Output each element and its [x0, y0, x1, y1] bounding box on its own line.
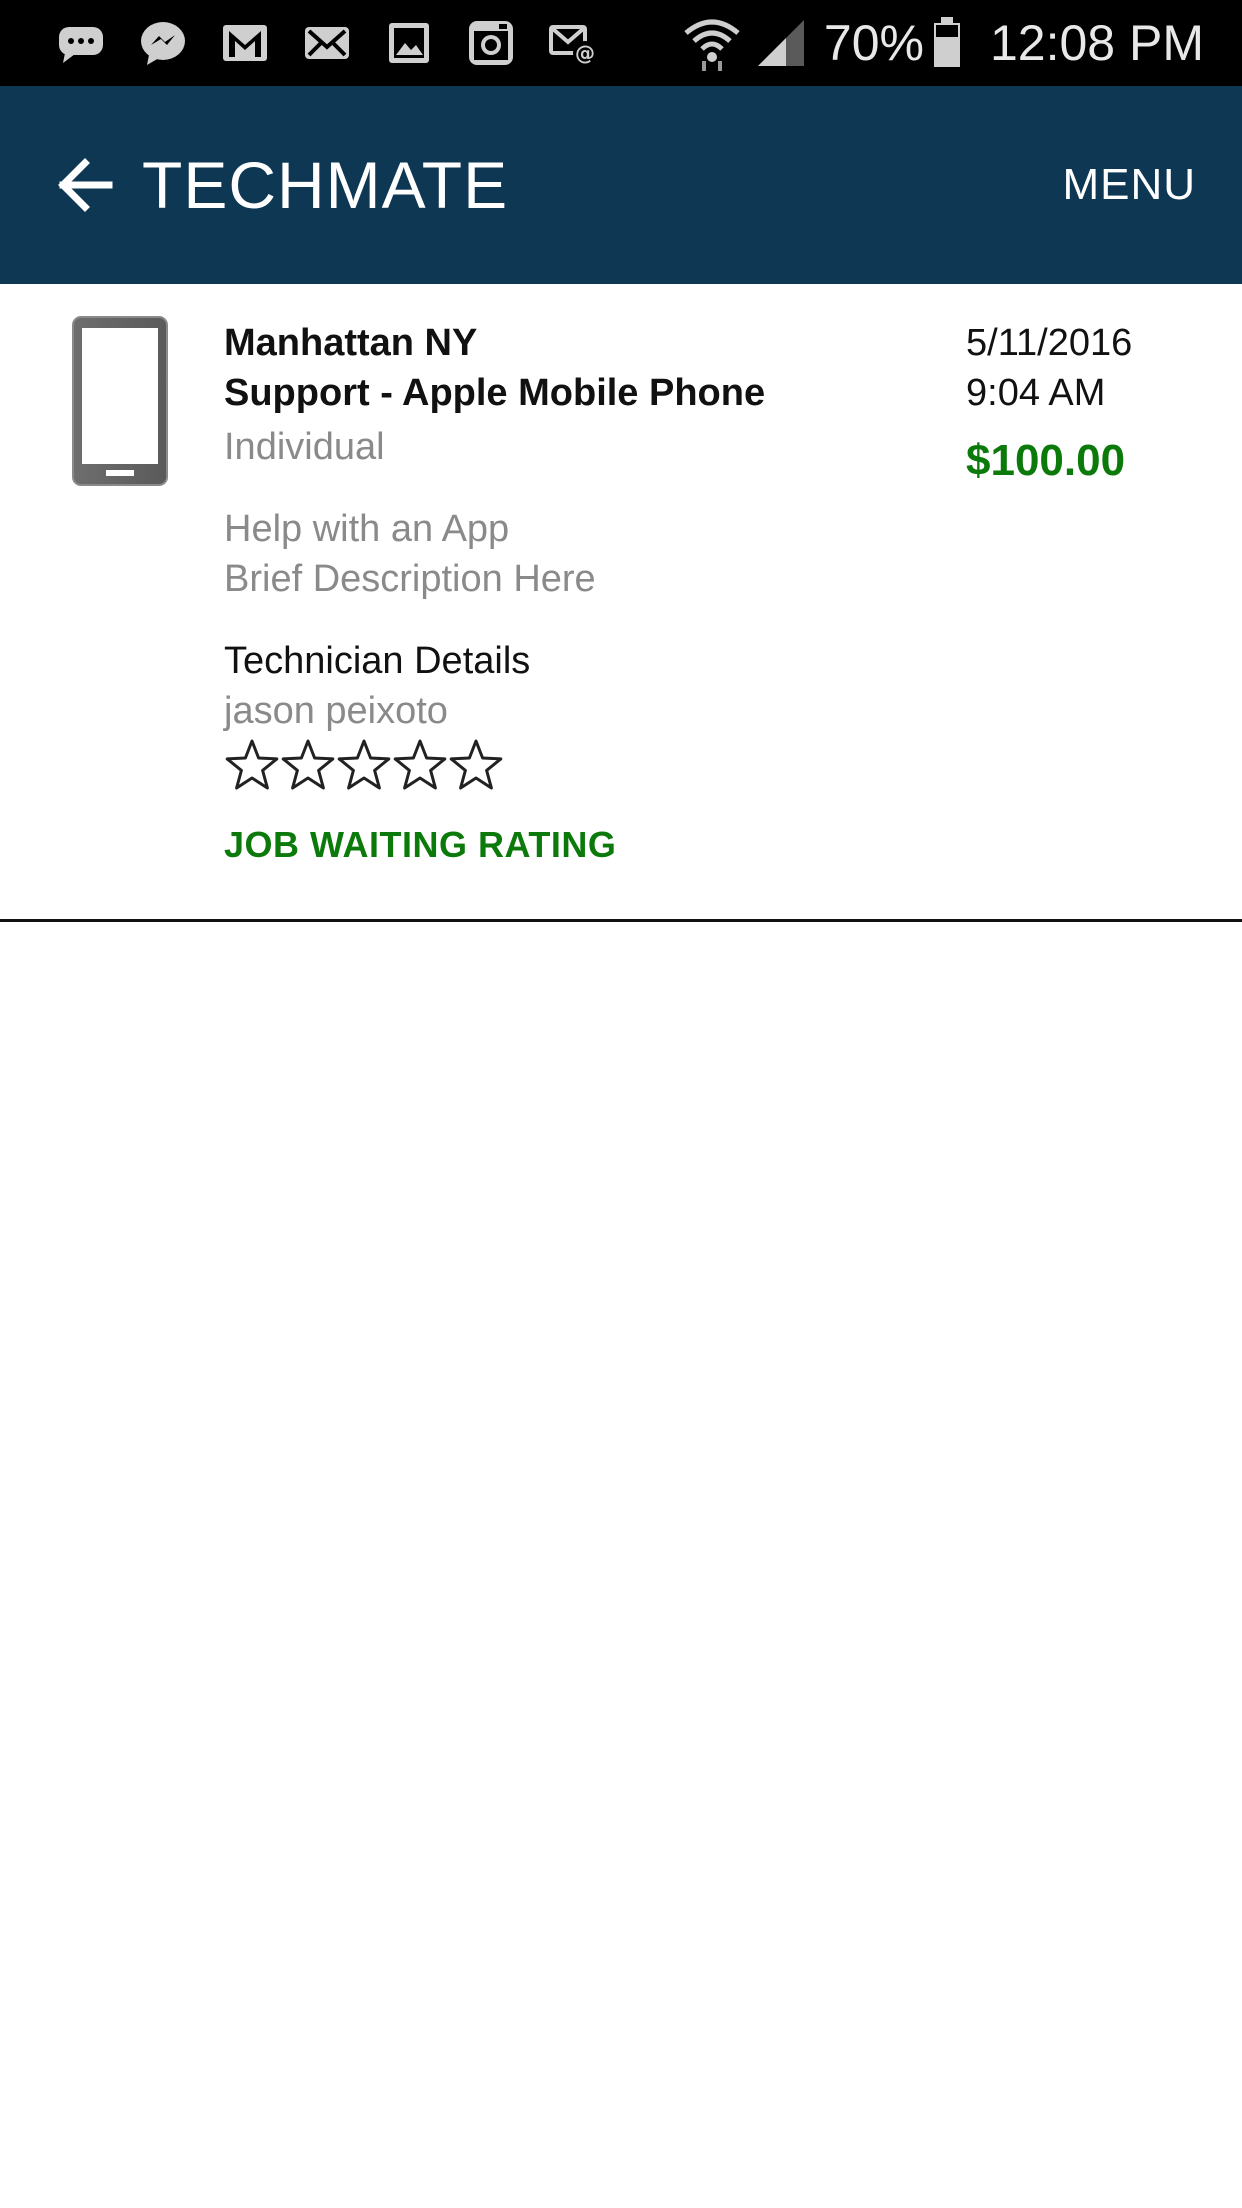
clock: 12:08 PM — [989, 15, 1204, 71]
job-details: Manhattan NY Support - Apple Mobile Phon… — [224, 318, 924, 866]
messenger-icon — [122, 0, 204, 86]
job-issue: Help with an App — [224, 508, 510, 550]
job-location: Manhattan NY — [224, 322, 478, 364]
job-status-link[interactable]: JOB WAITING RATING — [224, 824, 924, 866]
signal-icon — [756, 18, 806, 68]
job-service: Support - Apple Mobile Phone — [224, 372, 766, 414]
job-list-item[interactable]: Manhattan NY Support - Apple Mobile Phon… — [0, 284, 1242, 922]
mobile-phone-icon — [70, 314, 170, 490]
chat-bubble-icon — [40, 0, 122, 86]
wifi-icon — [682, 15, 742, 71]
instagram-icon — [450, 0, 532, 86]
job-date: 5/11/2016 — [966, 322, 1133, 364]
email-at-icon: @ — [532, 0, 614, 86]
star-icon[interactable] — [280, 738, 336, 794]
star-icon[interactable] — [336, 738, 392, 794]
battery-icon — [932, 17, 962, 69]
technician-name: jason peixoto — [224, 690, 448, 732]
star-icon[interactable] — [224, 738, 280, 794]
status-bar: @ 70% 12:08 PM — [0, 0, 1242, 86]
gallery-icon — [368, 0, 450, 86]
app-bar: TECHMATE MENU — [0, 86, 1242, 284]
technician-header: Technician Details — [224, 640, 531, 682]
job-price: $100.00 — [966, 436, 1126, 485]
battery-percent: 70% — [823, 15, 924, 71]
email-icon — [286, 0, 368, 86]
gmail-icon — [204, 0, 286, 86]
rating-stars[interactable] — [224, 738, 924, 794]
job-meta: 5/11/2016 9:04 AM $100.00 — [966, 318, 1206, 486]
job-description: Brief Description Here — [224, 558, 596, 600]
notification-icons: @ — [0, 0, 614, 86]
svg-text:@: @ — [575, 41, 595, 65]
star-icon[interactable] — [392, 738, 448, 794]
app-title: TECHMATE — [142, 148, 509, 222]
arrow-left-icon — [58, 158, 113, 212]
star-icon[interactable] — [448, 738, 504, 794]
customer-type: Individual — [224, 426, 385, 468]
job-time: 9:04 AM — [966, 372, 1106, 414]
back-button[interactable] — [50, 150, 120, 220]
menu-button[interactable]: MENU — [1062, 160, 1196, 210]
